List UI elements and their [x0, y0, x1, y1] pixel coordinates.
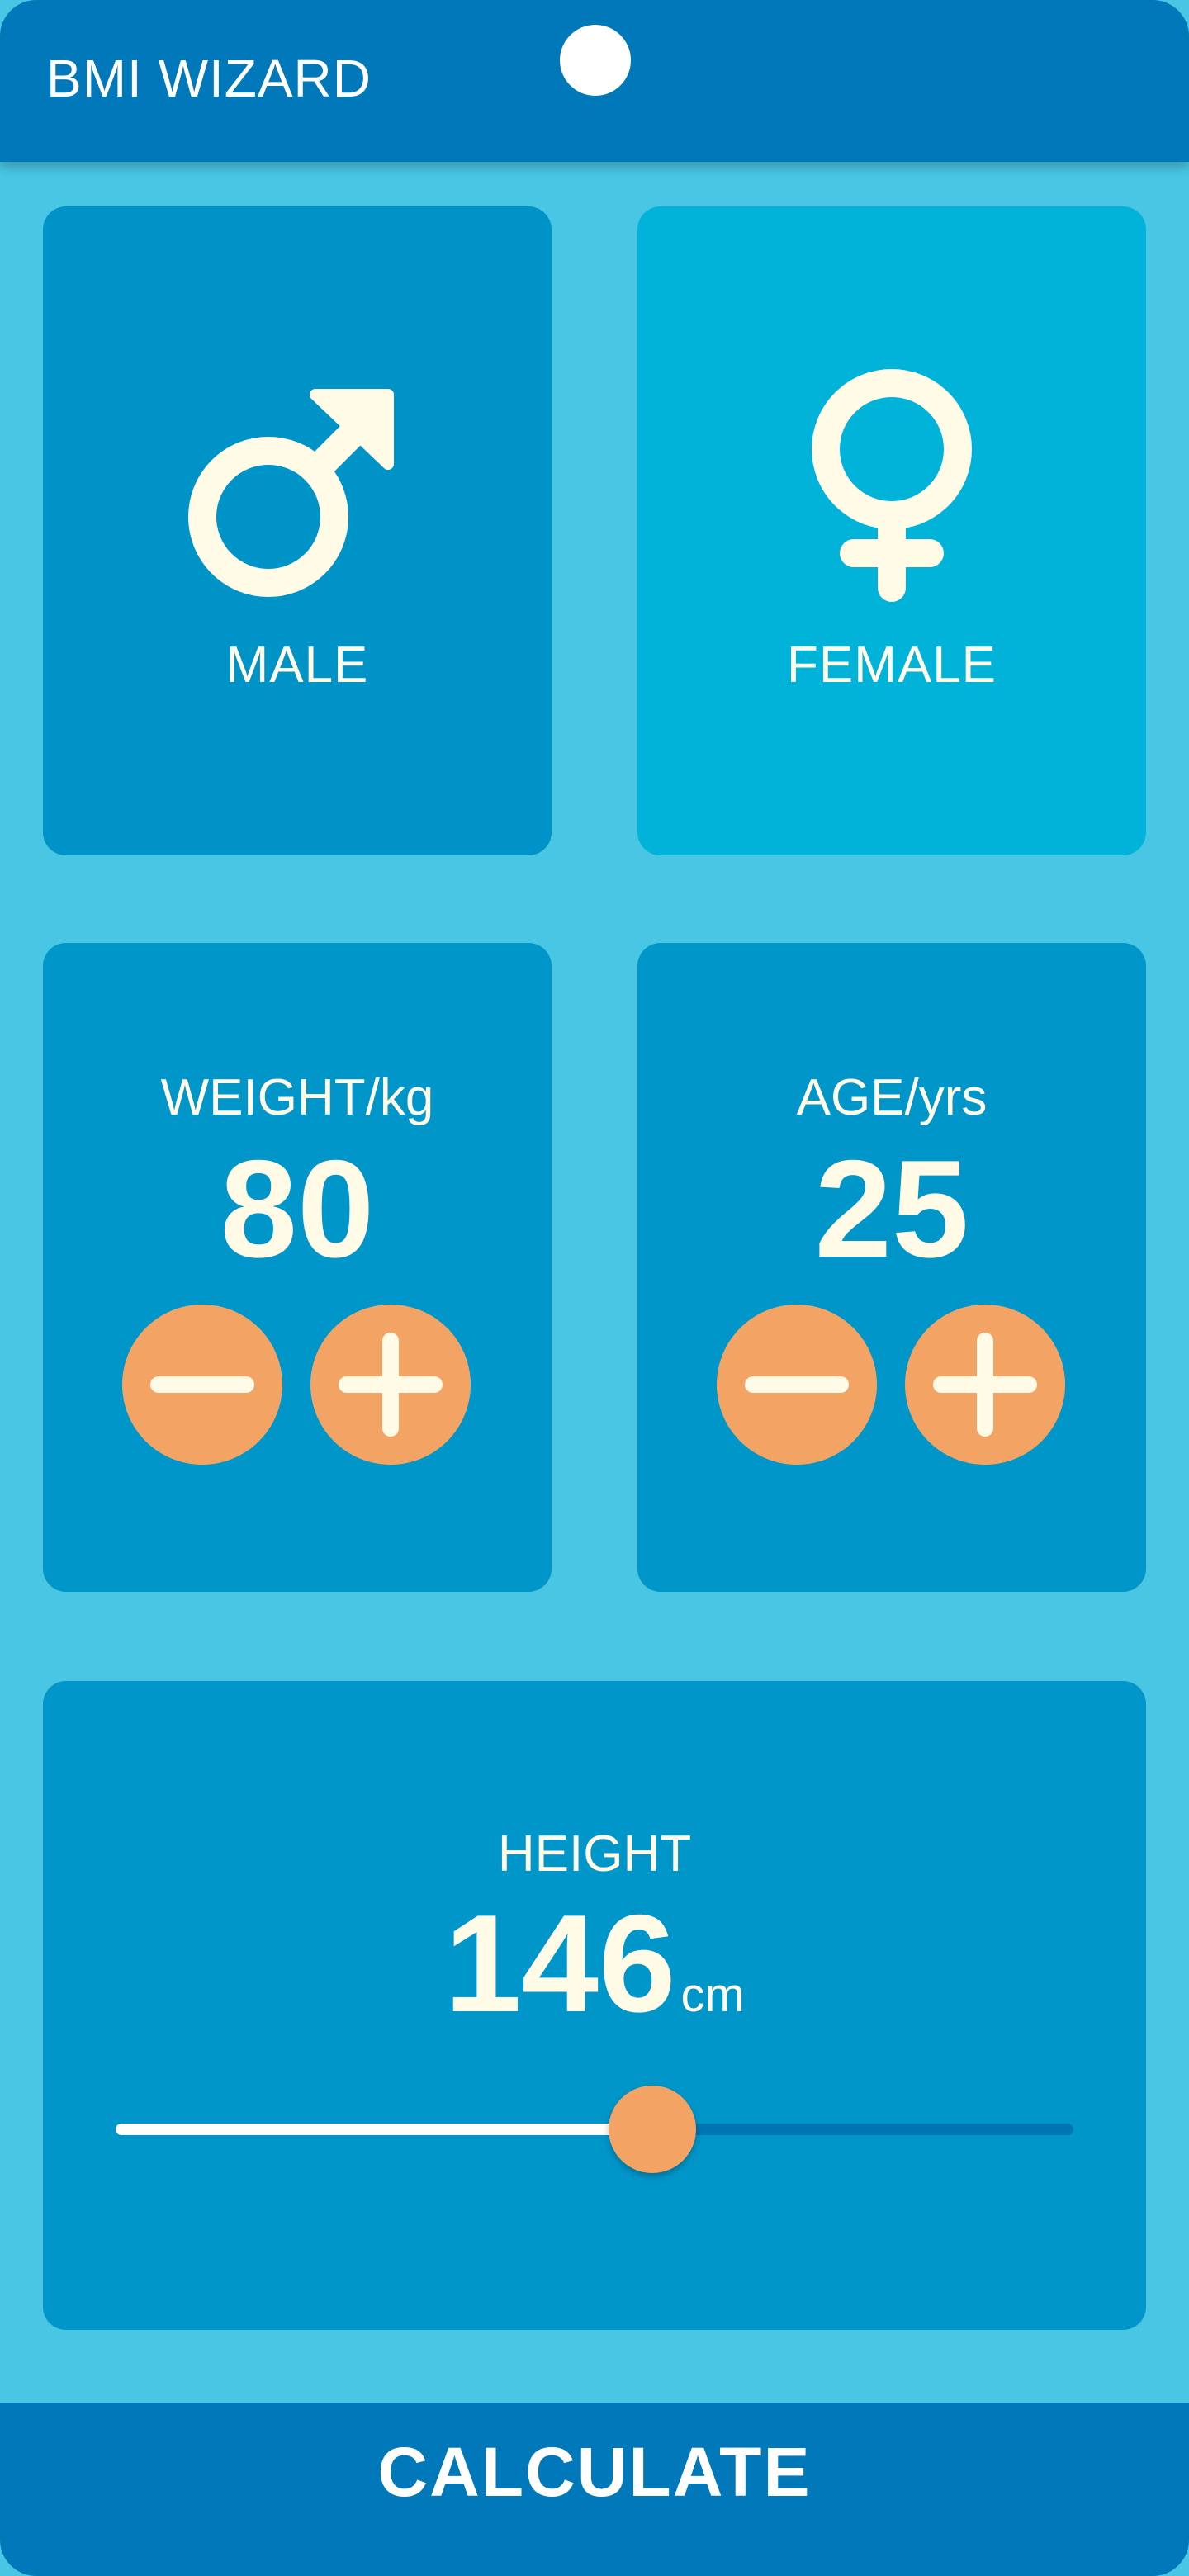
- plus-icon: [339, 1333, 443, 1437]
- weight-decrement-button[interactable]: [122, 1305, 282, 1465]
- calculate-button[interactable]: CALCULATE: [0, 2403, 1189, 2576]
- female-card[interactable]: FEMALE: [637, 206, 1146, 855]
- age-value: 25: [814, 1131, 969, 1286]
- female-symbol-icon: [812, 369, 972, 602]
- height-slider[interactable]: [116, 2086, 1073, 2173]
- age-card: AGE/yrs 25: [637, 943, 1146, 1592]
- weight-value: 80: [220, 1131, 375, 1286]
- weight-increment-button[interactable]: [310, 1305, 471, 1465]
- minus-icon: [745, 1376, 849, 1393]
- height-label: HEIGHT: [497, 1825, 692, 1882]
- male-label: MALE: [225, 637, 369, 694]
- slider-thumb[interactable]: [609, 2086, 696, 2173]
- male-symbol-icon: [188, 389, 394, 597]
- age-increment-button[interactable]: [905, 1305, 1065, 1465]
- height-readout: 146 cm: [43, 1894, 1146, 2033]
- height-card: HEIGHT 146 cm: [43, 1681, 1146, 2330]
- age-label: AGE/yrs: [796, 1069, 988, 1126]
- app-title: BMI WIZARD: [46, 49, 372, 108]
- weight-card: WEIGHT/kg 80: [43, 943, 552, 1592]
- weight-label: WEIGHT/kg: [160, 1069, 434, 1126]
- app-screen: BMI WIZARD MALE FEMALE WEIGHT/kg 80 AGE/…: [0, 0, 1189, 2576]
- calculate-label: CALCULATE: [377, 2433, 812, 2511]
- age-decrement-button[interactable]: [717, 1305, 877, 1465]
- plus-icon: [933, 1333, 1037, 1437]
- height-unit: cm: [680, 1968, 745, 2022]
- male-card[interactable]: MALE: [43, 206, 552, 855]
- slider-active-track: [116, 2124, 652, 2135]
- female-label: FEMALE: [786, 637, 997, 694]
- app-bar: BMI WIZARD: [0, 0, 1189, 162]
- minus-icon: [150, 1376, 254, 1393]
- camera-cutout: [560, 25, 631, 96]
- height-value: 146: [444, 1886, 676, 2041]
